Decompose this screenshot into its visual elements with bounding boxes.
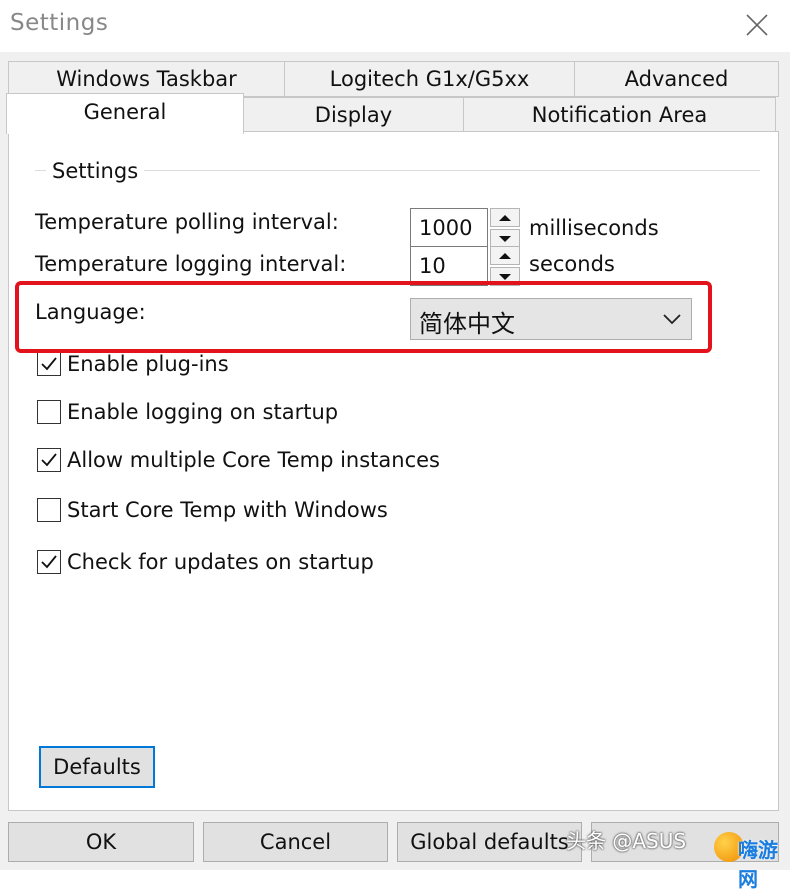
polling-interval-label: Temperature polling interval: [35, 210, 339, 234]
tab-notification-area[interactable]: Notification Area [463, 97, 776, 133]
arrow-up-icon [499, 215, 511, 221]
spin-up-button[interactable] [490, 246, 520, 265]
checkbox-allow-multiple[interactable] [37, 448, 61, 472]
tab-general[interactable]: General [6, 93, 244, 134]
logging-interval-input[interactable]: 10 [410, 246, 488, 286]
polling-interval-spinner[interactable] [490, 208, 520, 248]
tab-label: Notification Area [531, 103, 708, 127]
polling-unit-label: milliseconds [529, 216, 659, 240]
checkmark-icon [41, 357, 57, 371]
tab-label: Display [314, 103, 393, 127]
tab-label: General [83, 100, 167, 124]
tab-label: Logitech G1x/G5xx [329, 67, 530, 91]
logging-interval-spinner[interactable] [490, 246, 520, 286]
ok-button[interactable]: OK [8, 822, 194, 862]
arrow-down-icon [499, 274, 511, 280]
arrow-up-icon [499, 253, 511, 259]
checkbox-label[interactable]: Start Core Temp with Windows [67, 498, 388, 522]
global-defaults-button[interactable]: Global defaults [397, 822, 582, 862]
close-icon [746, 14, 768, 36]
close-button[interactable] [736, 6, 780, 46]
spin-down-button[interactable] [490, 267, 520, 286]
checkbox-label[interactable]: Enable logging on startup [67, 400, 338, 424]
checkbox-label[interactable]: Check for updates on startup [67, 550, 374, 574]
tab-label: Windows Taskbar [56, 67, 237, 91]
tab-advanced[interactable]: Advanced [574, 61, 779, 97]
checkbox-label[interactable]: Allow multiple Core Temp instances [67, 448, 440, 472]
polling-interval-input[interactable]: 1000 [410, 208, 488, 248]
logging-unit-label: seconds [529, 252, 615, 276]
tab-label: Advanced [624, 67, 729, 91]
tab-display[interactable]: Display [243, 97, 464, 133]
settings-window: Settings Windows Taskbar Logitech G1x/G5… [0, 0, 790, 891]
arrow-down-icon [499, 236, 511, 242]
language-label: Language: [35, 300, 146, 324]
spin-up-button[interactable] [490, 208, 520, 227]
language-selected-value: 简体中文 [419, 310, 515, 338]
watermark-logo-text: 嗨游网 [738, 838, 778, 891]
checkbox-label[interactable]: Enable plug-ins [67, 352, 229, 376]
checkmark-icon [41, 555, 57, 569]
checkbox-start-with-windows[interactable] [37, 498, 61, 522]
logging-interval-label: Temperature logging interval: [35, 252, 347, 276]
checkbox-enable-plugins[interactable] [37, 352, 61, 376]
window-title: Settings [10, 10, 109, 36]
cancel-button[interactable]: Cancel [203, 822, 388, 862]
checkmark-icon [41, 453, 57, 467]
checkbox-check-updates[interactable] [37, 550, 61, 574]
title-bar: Settings [0, 0, 790, 52]
defaults-button[interactable]: Defaults [39, 746, 155, 788]
tab-logitech[interactable]: Logitech G1x/G5xx [284, 61, 575, 97]
group-label-settings: Settings [46, 159, 145, 183]
chevron-down-icon [663, 314, 681, 325]
watermark-text: 头条 @ASUS [566, 829, 687, 853]
watermark-logo: 嗨游网 [714, 828, 786, 891]
language-select[interactable]: 简体中文 [410, 298, 692, 340]
checkbox-enable-logging[interactable] [37, 400, 61, 424]
tab-windows-taskbar[interactable]: Windows Taskbar [8, 61, 285, 97]
